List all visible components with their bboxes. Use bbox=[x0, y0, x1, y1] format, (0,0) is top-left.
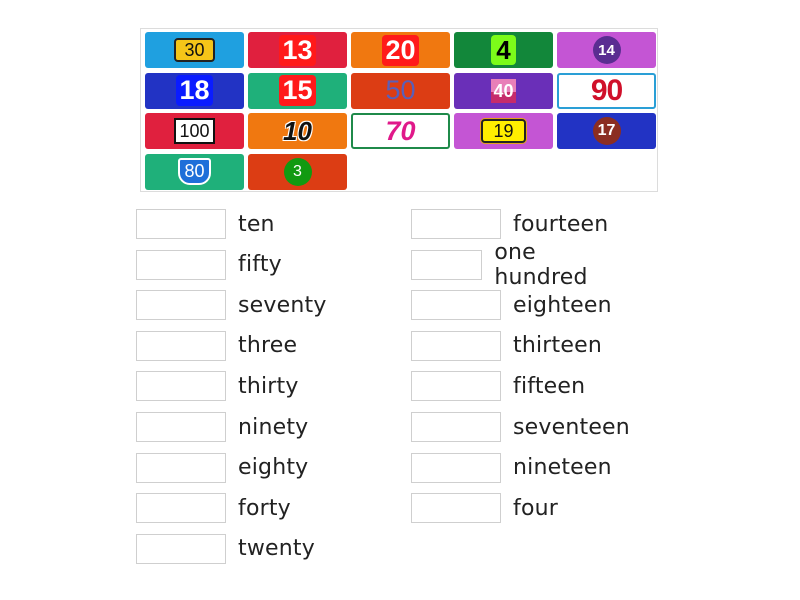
answer-row-eighty: eighty bbox=[136, 452, 308, 484]
drop-slot[interactable] bbox=[411, 452, 501, 483]
number-tile-15[interactable]: 15 bbox=[248, 72, 347, 109]
drop-slot[interactable] bbox=[136, 290, 226, 321]
number-tile-90[interactable]: 90 bbox=[557, 72, 656, 109]
answer-row-twenty: twenty bbox=[136, 533, 315, 565]
number-tile-3[interactable]: 3 bbox=[248, 153, 347, 190]
answer-row-fourteen: fourteen bbox=[411, 208, 608, 240]
answer-row-ninety: ninety bbox=[136, 411, 308, 443]
answer-word: three bbox=[238, 333, 298, 359]
answer-word: nineteen bbox=[513, 455, 612, 481]
answer-word: twenty bbox=[238, 536, 315, 562]
tile-number-label: 90 bbox=[590, 73, 623, 107]
answer-word: forty bbox=[238, 495, 291, 521]
answer-word: four bbox=[513, 495, 558, 521]
answer-row-fifty: fifty bbox=[136, 249, 282, 281]
drop-slot[interactable] bbox=[136, 330, 226, 361]
drop-slot[interactable] bbox=[136, 412, 226, 442]
number-tile-50[interactable]: 50 bbox=[351, 72, 450, 109]
answer-word: fifteen bbox=[513, 373, 586, 399]
tile-number-label: 4 bbox=[491, 35, 516, 65]
number-tile-18[interactable]: 18 bbox=[145, 72, 244, 109]
number-tile-4[interactable]: 4 bbox=[454, 32, 553, 68]
answer-row-fifteen: fifteen bbox=[411, 370, 585, 402]
number-tile-70[interactable]: 70 bbox=[351, 113, 450, 149]
tile-number-label: 10 bbox=[283, 116, 312, 146]
answer-word: fifty bbox=[238, 252, 282, 278]
tile-number-label: 3 bbox=[283, 157, 312, 186]
tile-number-label: 100 bbox=[174, 118, 215, 144]
answer-row-nineteen: nineteen bbox=[411, 452, 612, 484]
answer-word: fourteen bbox=[513, 211, 609, 237]
answer-row-one-hundred: one hundred bbox=[411, 240, 606, 290]
answer-word: thirty bbox=[238, 373, 299, 399]
tile-number-label: 14 bbox=[592, 36, 621, 64]
number-tile-14[interactable]: 14 bbox=[557, 32, 656, 68]
drop-slot[interactable] bbox=[136, 249, 226, 280]
tile-tray: 30 13 20 4 14 18 15 50 40 90 100 10 70 19 17 80 3 bbox=[140, 28, 658, 192]
drop-slot[interactable] bbox=[411, 209, 501, 239]
drop-slot[interactable] bbox=[411, 290, 501, 321]
answer-row-ten: ten bbox=[136, 208, 275, 240]
number-tile-100[interactable]: 100 bbox=[145, 113, 244, 149]
drop-slot[interactable] bbox=[136, 493, 226, 524]
tile-number-label: 17 bbox=[592, 117, 621, 145]
tile-number-label: 50 bbox=[385, 75, 416, 105]
answer-row-seventeen: seventeen bbox=[411, 411, 630, 443]
number-tile-19[interactable]: 19 bbox=[454, 113, 553, 149]
drop-slot[interactable] bbox=[411, 330, 501, 361]
answer-word: eighty bbox=[238, 455, 309, 481]
tile-number-label: 40 bbox=[491, 78, 516, 103]
answer-word: seventy bbox=[238, 292, 327, 318]
tile-number-label: 30 bbox=[174, 38, 215, 62]
drop-slot[interactable] bbox=[136, 452, 226, 483]
tile-number-label: 20 bbox=[382, 34, 419, 66]
answer-row-thirty: thirty bbox=[136, 370, 299, 402]
answer-word: ninety bbox=[238, 414, 309, 440]
drop-slot[interactable] bbox=[136, 533, 226, 564]
answer-word: thirteen bbox=[513, 333, 602, 359]
answer-row-eighteen: eighteen bbox=[411, 289, 612, 321]
number-tile-10[interactable]: 10 bbox=[248, 113, 347, 149]
tile-number-label: 15 bbox=[279, 75, 316, 106]
answer-row-three: three bbox=[136, 330, 297, 362]
tile-number-label: 19 bbox=[481, 119, 526, 143]
number-tile-20[interactable]: 20 bbox=[351, 32, 450, 68]
tile-number-label: 70 bbox=[385, 115, 416, 146]
drop-slot[interactable] bbox=[411, 493, 501, 524]
number-tile-17[interactable]: 17 bbox=[557, 113, 656, 149]
drop-slot[interactable] bbox=[411, 412, 501, 442]
answer-row-seventy: seventy bbox=[136, 289, 327, 321]
drop-slot[interactable] bbox=[136, 209, 226, 239]
number-tile-13[interactable]: 13 bbox=[248, 32, 347, 68]
number-tile-80[interactable]: 80 bbox=[145, 153, 244, 190]
drop-slot[interactable] bbox=[136, 371, 226, 402]
tile-number-label: 13 bbox=[279, 34, 316, 66]
answer-row-four: four bbox=[411, 492, 558, 524]
number-tile-30[interactable]: 30 bbox=[145, 32, 244, 68]
tile-number-label: 18 bbox=[176, 75, 213, 106]
answer-word: seventeen bbox=[513, 414, 630, 440]
answer-word: ten bbox=[238, 211, 275, 237]
answer-row-thirteen: thirteen bbox=[411, 330, 602, 362]
tile-number-label: 80 bbox=[178, 158, 211, 185]
number-tile-40[interactable]: 40 bbox=[454, 72, 553, 109]
answer-word: eighteen bbox=[513, 292, 612, 318]
drop-slot[interactable] bbox=[411, 371, 501, 402]
answer-word: one hundred bbox=[494, 239, 588, 290]
drop-slot[interactable] bbox=[411, 249, 483, 280]
answer-row-forty: forty bbox=[136, 492, 291, 524]
